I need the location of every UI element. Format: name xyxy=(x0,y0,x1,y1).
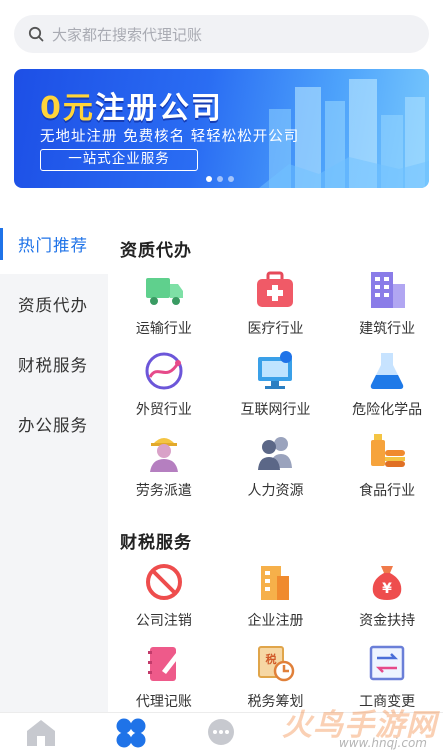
section-title: 财税服务 xyxy=(120,533,192,553)
service-label: 食品行业 xyxy=(359,483,416,499)
truck-icon xyxy=(145,278,183,305)
category-icon xyxy=(116,718,146,748)
service-label: 运输行业 xyxy=(135,321,192,337)
sidebar-item-office[interactable]: 办公服务 xyxy=(0,394,108,454)
carousel-dot xyxy=(206,176,212,182)
service-label: 建筑行业 xyxy=(359,321,416,337)
search-icon xyxy=(28,26,44,42)
sidebar-item-label: 热门推荐 xyxy=(18,236,88,255)
sidebar-item-label: 财税服务 xyxy=(18,356,88,375)
sidebar-item-label: 办公服务 xyxy=(18,416,88,435)
carousel-dot xyxy=(217,176,223,182)
office-building-icon xyxy=(261,566,290,600)
service-label: 人力资源 xyxy=(247,483,304,499)
search-input[interactable]: 大家都在搜索代理记账 xyxy=(14,15,429,53)
service-item-funding[interactable]: ¥ 资金扶持 xyxy=(331,560,443,641)
service-item-chemicals[interactable]: 危险化学品 xyxy=(331,349,443,430)
category-sidebar: 热门推荐 资质代办 财税服务 办公服务 xyxy=(0,214,108,712)
service-label: 医疗行业 xyxy=(247,321,304,337)
money-bag-icon: ¥ xyxy=(372,566,402,600)
service-grid: 公司注销 企业注册 ¥ 资金扶持 代理记账 税 税务筹划 工商变更 xyxy=(108,560,443,722)
tab-messages[interactable] xyxy=(204,717,238,751)
sidebar-item-label: 资质代办 xyxy=(18,296,88,315)
service-item-food[interactable]: 食品行业 xyxy=(331,430,443,511)
sidebar-item-qualification[interactable]: 资质代办 xyxy=(0,274,108,334)
banner-title-rest: 注册公司 xyxy=(94,91,223,126)
service-item-registration[interactable]: 企业注册 xyxy=(220,560,332,641)
banner-tag: 一站式企业服务 xyxy=(40,149,198,171)
svg-text:¥: ¥ xyxy=(382,581,392,597)
category-content: 资质代办 运输行业 医疗行业 建筑行业 外贸行业 互联网行业 危险化学品 劳务派… xyxy=(108,214,443,712)
home-icon xyxy=(27,720,55,746)
watermark-url: www.hnqj.com xyxy=(338,736,427,750)
tab-home[interactable] xyxy=(24,717,58,751)
service-label: 公司注销 xyxy=(135,613,192,629)
notebook-pen-icon xyxy=(147,647,180,681)
sidebar-item-hot[interactable]: 热门推荐 xyxy=(0,214,108,274)
promo-banner[interactable]: 0元注册公司 无地址注册 免费核名 轻轻松松开公司 一站式企业服务 xyxy=(14,69,429,188)
worker-icon xyxy=(149,438,178,472)
globe-trade-icon xyxy=(145,352,183,390)
carousel-dots xyxy=(206,176,234,182)
search-placeholder: 大家都在搜索代理记账 xyxy=(52,25,203,44)
service-label: 互联网行业 xyxy=(240,402,311,418)
message-icon xyxy=(208,719,234,745)
people-icon xyxy=(258,437,293,470)
flask-icon xyxy=(370,353,404,389)
service-label: 危险化学品 xyxy=(352,402,423,418)
svg-text:税: 税 xyxy=(266,652,277,666)
section-title: 资质代办 xyxy=(120,241,192,261)
change-icon xyxy=(369,645,405,681)
carousel-dot xyxy=(228,176,234,182)
cancel-icon xyxy=(145,564,182,600)
banner-title: 0元注册公司 xyxy=(40,83,223,127)
service-item-foreign-trade[interactable]: 外贸行业 xyxy=(108,349,220,430)
service-item-internet[interactable]: 互联网行业 xyxy=(220,349,332,430)
tab-category[interactable] xyxy=(114,717,148,752)
service-item-medical[interactable]: 医疗行业 xyxy=(220,268,332,349)
tax-plan-icon: 税 xyxy=(258,646,295,682)
sidebar-item-tax[interactable]: 财税服务 xyxy=(0,334,108,394)
banner-title-accent: 0元 xyxy=(40,91,95,126)
banner-subtitle: 无地址注册 免费核名 轻轻松松开公司 xyxy=(40,129,300,145)
building-icon xyxy=(371,272,406,308)
food-icon xyxy=(371,434,406,467)
service-label: 劳务派遣 xyxy=(135,483,192,499)
service-item-labor-dispatch[interactable]: 劳务派遣 xyxy=(108,430,220,511)
service-label: 代理记账 xyxy=(135,694,192,710)
service-item-hr[interactable]: 人力资源 xyxy=(220,430,332,511)
service-label: 外贸行业 xyxy=(135,402,192,418)
medical-kit-icon xyxy=(257,271,294,307)
service-item-construction[interactable]: 建筑行业 xyxy=(331,268,443,349)
service-item-bookkeeping[interactable]: 代理记账 xyxy=(108,641,220,722)
service-item-transport[interactable]: 运输行业 xyxy=(108,268,220,349)
service-grid: 运输行业 医疗行业 建筑行业 外贸行业 互联网行业 危险化学品 劳务派遣 人力资… xyxy=(108,268,443,511)
computer-icon xyxy=(258,351,293,389)
service-label: 资金扶持 xyxy=(359,613,416,629)
service-label: 企业注册 xyxy=(247,613,304,629)
service-item-deregistration[interactable]: 公司注销 xyxy=(108,560,220,641)
